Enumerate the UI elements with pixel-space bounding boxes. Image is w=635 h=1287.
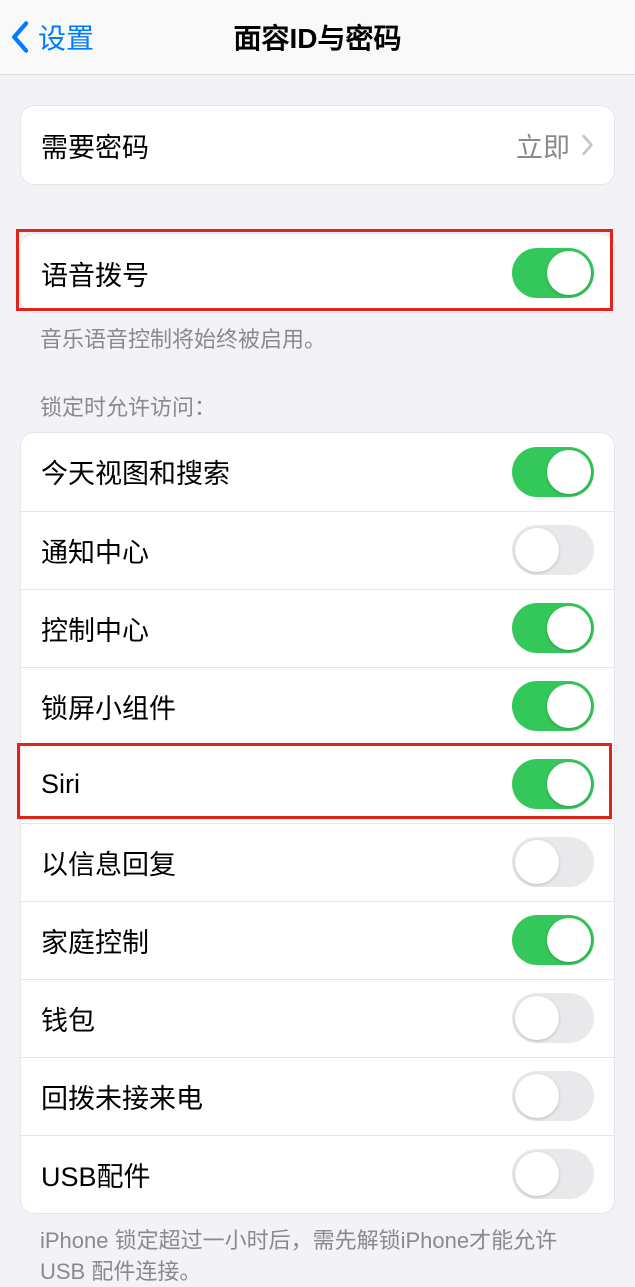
group-locked-access: 今天视图和搜索通知中心控制中心锁屏小组件 Siri 以信息回复家庭控制钱包回拨未接来…: [20, 432, 615, 1214]
voice-dial-label: 语音拨号: [41, 254, 149, 293]
content: 需要密码 立即 语音拨号 音乐语音控制将始终被启用。 锁定时允许访问： 今天视图…: [0, 105, 635, 1287]
locked-item-toggle[interactable]: [512, 1071, 594, 1121]
locked-item-toggle[interactable]: [512, 915, 594, 965]
row-locked-item: 以信息回复: [21, 823, 614, 901]
group-voice-dial: 语音拨号: [20, 233, 615, 313]
locked-item-label: USB配件: [41, 1155, 151, 1194]
row-locked-item: 通知中心: [21, 511, 614, 589]
locked-item-toggle[interactable]: [512, 447, 594, 497]
row-locked-item: 锁屏小组件: [21, 667, 614, 745]
locked-item-toggle[interactable]: [512, 681, 594, 731]
locked-item-toggle[interactable]: [512, 759, 594, 809]
locked-item-label: 回拨未接来电: [41, 1077, 203, 1116]
row-locked-item: Siri: [21, 745, 614, 823]
locked-item-label: 锁屏小组件: [41, 687, 176, 726]
row-locked-item: USB配件: [21, 1135, 614, 1213]
locked-item-toggle[interactable]: [512, 993, 594, 1043]
require-passcode-label: 需要密码: [41, 126, 149, 165]
row-locked-item: 钱包: [21, 979, 614, 1057]
chevron-left-icon: [10, 20, 32, 54]
row-require-passcode[interactable]: 需要密码 立即: [21, 106, 614, 184]
locked-item-toggle[interactable]: [512, 525, 594, 575]
voice-dial-footer: 音乐语音控制将始终被启用。: [20, 313, 615, 356]
locked-item-toggle[interactable]: [512, 1149, 594, 1199]
chevron-right-icon: [580, 134, 594, 156]
locked-item-toggle[interactable]: [512, 837, 594, 887]
row-locked-item: 控制中心: [21, 589, 614, 667]
back-label: 设置: [38, 17, 94, 57]
locked-item-label: 今天视图和搜索: [41, 452, 230, 491]
require-passcode-value: 立即: [516, 126, 594, 165]
locked-item-label: 以信息回复: [41, 843, 176, 882]
locked-item-label: 控制中心: [41, 609, 149, 648]
back-button[interactable]: 设置: [0, 17, 94, 57]
locked-item-label: 钱包: [41, 999, 95, 1038]
locked-section-footer: iPhone 锁定超过一小时后，需先解锁iPhone才能允许USB 配件连接。: [20, 1214, 615, 1287]
navbar: 设置 面容ID与密码: [0, 0, 635, 75]
locked-item-label: Siri: [41, 769, 80, 800]
row-locked-item: 今天视图和搜索: [21, 433, 614, 511]
page-title: 面容ID与密码: [0, 17, 635, 57]
locked-item-label: 家庭控制: [41, 921, 149, 960]
voice-dial-toggle[interactable]: [512, 248, 594, 298]
locked-item-toggle[interactable]: [512, 603, 594, 653]
group-passcode: 需要密码 立即: [20, 105, 615, 185]
row-locked-item: 回拨未接来电: [21, 1057, 614, 1135]
row-voice-dial: 语音拨号: [21, 234, 614, 312]
locked-section-header: 锁定时允许访问：: [20, 356, 615, 432]
locked-item-label: 通知中心: [41, 531, 149, 570]
row-locked-item: 家庭控制: [21, 901, 614, 979]
